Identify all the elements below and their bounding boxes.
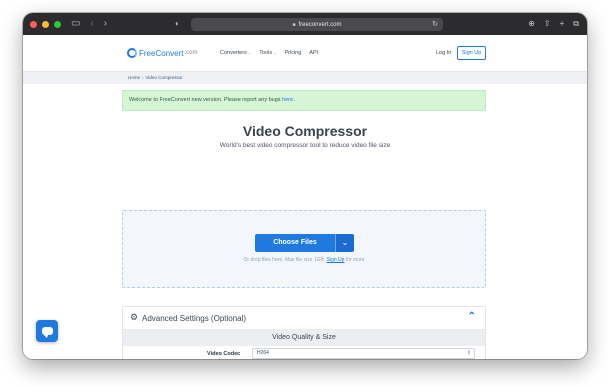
video-codec-row: Video Codec H264 ⇕ — [123, 346, 485, 359]
drop-hint-signup-link[interactable]: Sign Up — [327, 257, 345, 263]
breadcrumb-separator: › — [142, 75, 144, 80]
breadcrumb: Home › Video Compressor — [128, 75, 183, 80]
chevron-down-icon[interactable]: ⌄ — [335, 234, 354, 252]
advanced-settings-title: Advanced Settings (Optional) — [142, 314, 247, 323]
signup-button[interactable]: Sign Up — [457, 46, 486, 60]
gear-icon: ⚙ — [130, 312, 139, 322]
nav-api[interactable]: API — [309, 50, 318, 56]
video-codec-value: H264 — [257, 350, 269, 356]
url-text: freeconvert.com — [298, 21, 342, 28]
nav-tools-label: Tools — [259, 50, 273, 56]
logo[interactable]: FreeConvert .com — [127, 48, 197, 58]
advanced-settings-header[interactable]: ⚙ Advanced Settings (Optional) ⌃ — [123, 307, 485, 330]
chat-button[interactable] — [36, 320, 58, 342]
lock-icon: ■ — [292, 21, 296, 28]
zoom-window-button[interactable] — [54, 20, 61, 28]
window-controls — [30, 20, 61, 28]
advanced-settings-panel: ⚙ Advanced Settings (Optional) ⌃ Video Q… — [122, 306, 486, 359]
plus-icon[interactable]: + — [560, 13, 565, 35]
welcome-notice: Welcome to FreeConvert new version. Plea… — [122, 90, 486, 111]
page-title: Video Compressor — [242, 123, 368, 139]
tabs-icon[interactable]: ⧉ — [573, 13, 579, 35]
nav-pricing[interactable]: Pricing — [284, 50, 301, 56]
logo-text: FreeConvert — [139, 48, 184, 58]
logo-suffix: .com — [184, 50, 198, 56]
forward-icon[interactable]: › — [104, 13, 107, 35]
login-link[interactable]: Log In — [436, 50, 451, 56]
video-codec-select[interactable]: H264 ⇕ — [252, 348, 475, 359]
chevron-down-icon: ⌄ — [247, 50, 252, 55]
main-nav: Converters⌄ Tools⌄ Pricing API — [220, 50, 318, 56]
address-bar[interactable]: ■ freeconvert.com ↻ — [191, 18, 443, 31]
page-subtitle: World's best video compressor tool to re… — [219, 142, 391, 149]
choose-files-control: Choose Files ⌄ — [255, 234, 354, 252]
video-codec-label: Video Codec — [207, 351, 241, 357]
chat-bubble-icon — [41, 327, 53, 338]
download-icon[interactable]: ⊕ — [528, 13, 535, 35]
notice-link[interactable]: here. — [282, 97, 295, 103]
shield-icon[interactable]: ◐ — [175, 13, 180, 35]
back-icon[interactable]: ‹ — [90, 13, 93, 35]
chevron-up-icon[interactable]: ⌃ — [468, 311, 476, 322]
drop-hint: Or drop files here. Max file size 1GB. S… — [123, 257, 485, 263]
sidebar-icon[interactable]: ▭ — [71, 13, 80, 35]
close-window-button[interactable] — [30, 20, 37, 28]
quality-section-title: Video Quality & Size — [123, 330, 485, 346]
breadcrumb-home[interactable]: Home — [128, 75, 140, 80]
breadcrumb-bar: Home › Video Compressor — [23, 72, 587, 84]
main-content: Welcome to FreeConvert new version. Plea… — [23, 84, 587, 359]
reload-icon[interactable]: ↻ — [432, 18, 438, 31]
drop-hint-prefix: Or drop files here. Max file size 1GB. — [243, 257, 327, 263]
logo-icon — [127, 48, 137, 58]
nav-converters-label: Converters — [220, 50, 247, 56]
notice-text: Welcome to FreeConvert new version. Plea… — [129, 97, 283, 103]
browser-actions: ⊕ ⇧ + ⧉ — [528, 13, 579, 35]
nav-converters[interactable]: Converters⌄ — [220, 50, 251, 56]
nav-tools[interactable]: Tools⌄ — [259, 50, 276, 56]
site-header: FreeConvert .com Converters⌄ Tools⌄ Pric… — [23, 35, 587, 72]
drop-hint-suffix: for more — [344, 257, 365, 263]
choose-files-button[interactable]: Choose Files — [255, 234, 335, 252]
browser-toolbar: ▭ ‹ › ◐ ■ freeconvert.com ↻ ⊕ ⇧ + ⧉ — [23, 13, 587, 35]
share-icon[interactable]: ⇧ — [544, 13, 551, 35]
breadcrumb-current[interactable]: Video Compressor — [146, 75, 183, 80]
chevron-down-icon: ⌄ — [273, 50, 277, 55]
browser-window: ▭ ‹ › ◐ ■ freeconvert.com ↻ ⊕ ⇧ + ⧉ Free… — [23, 13, 587, 359]
minimize-window-button[interactable] — [42, 20, 49, 28]
file-dropzone[interactable]: Choose Files ⌄ Or drop files here. Max f… — [122, 210, 486, 288]
select-arrows-icon: ⇕ — [466, 350, 471, 356]
